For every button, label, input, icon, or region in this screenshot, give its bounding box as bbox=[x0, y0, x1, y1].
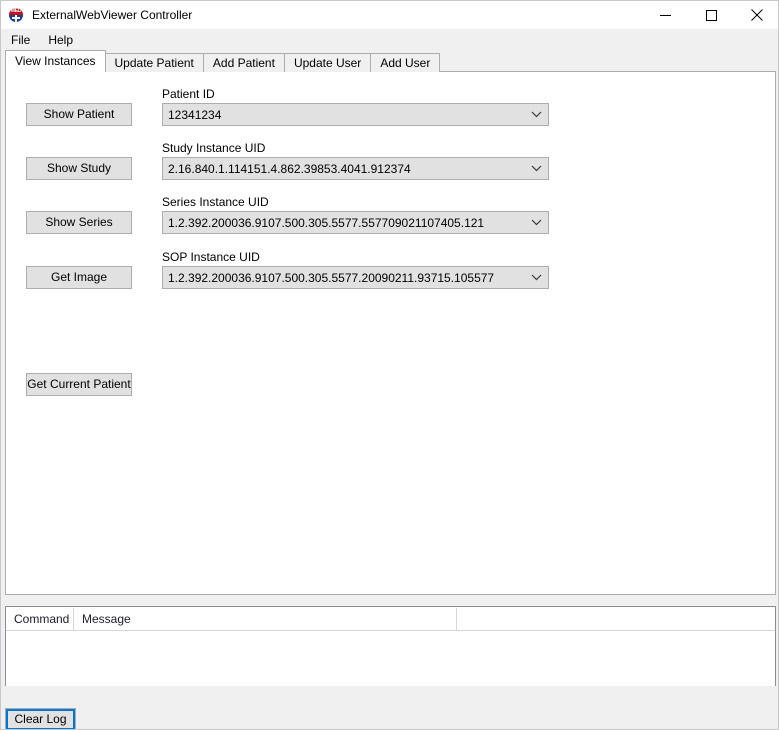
menu-bar: File Help bbox=[1, 29, 778, 50]
show-patient-button[interactable]: Show Patient bbox=[26, 103, 132, 126]
chevron-down-icon[interactable] bbox=[524, 267, 548, 288]
tab-view-instances[interactable]: View Instances bbox=[5, 50, 106, 72]
sop-instance-uid-value: 1.2.392.200036.9107.500.305.5577.2009021… bbox=[168, 270, 495, 285]
tab-add-patient[interactable]: Add Patient bbox=[202, 53, 285, 72]
chevron-down-glyph bbox=[531, 274, 541, 281]
log-grid[interactable]: Command Message bbox=[5, 606, 776, 686]
patient-id-label: Patient ID bbox=[162, 87, 215, 101]
patient-id-value: 12341234 bbox=[168, 107, 222, 122]
chevron-down-icon[interactable] bbox=[524, 212, 548, 233]
log-column-header-extra[interactable] bbox=[457, 608, 775, 630]
chevron-down-icon[interactable] bbox=[524, 104, 548, 125]
window-title: ExternalWebViewer Controller bbox=[32, 8, 193, 22]
series-instance-uid-value: 1.2.392.200036.9107.500.305.5577.5577090… bbox=[168, 215, 485, 230]
med-badge-icon-text: MED bbox=[9, 8, 23, 15]
chevron-down-glyph bbox=[531, 219, 541, 226]
tab-update-patient[interactable]: Update Patient bbox=[104, 53, 204, 72]
tab-add-user[interactable]: Add User bbox=[370, 53, 441, 72]
window-controls bbox=[642, 1, 778, 29]
maximize-icon bbox=[705, 9, 717, 21]
clear-log-button[interactable]: Clear Log bbox=[5, 708, 76, 729]
application-window: MED ExternalWebViewer Controller File He… bbox=[0, 0, 779, 730]
minimize-button[interactable] bbox=[642, 1, 688, 29]
maximize-button[interactable] bbox=[688, 1, 734, 29]
log-column-header-command[interactable]: Command bbox=[6, 607, 74, 630]
get-image-button[interactable]: Get Image bbox=[26, 266, 132, 289]
menu-item-file[interactable]: File bbox=[3, 30, 38, 50]
chevron-down-glyph bbox=[531, 111, 541, 118]
med-badge-icon-cross-horizontal bbox=[12, 17, 20, 19]
chevron-down-icon[interactable] bbox=[524, 158, 548, 179]
patient-id-combobox[interactable]: 12341234 bbox=[162, 103, 549, 126]
sop-instance-uid-label: SOP Instance UID bbox=[162, 250, 260, 264]
minimize-icon bbox=[659, 14, 671, 16]
series-instance-uid-label: Series Instance UID bbox=[162, 195, 269, 209]
close-icon bbox=[751, 9, 763, 21]
get-current-patient-button[interactable]: Get Current Patient bbox=[26, 373, 132, 396]
title-bar: MED ExternalWebViewer Controller bbox=[1, 1, 778, 29]
med-badge-icon: MED bbox=[8, 7, 24, 23]
series-instance-uid-combobox[interactable]: 1.2.392.200036.9107.500.305.5577.5577090… bbox=[162, 211, 549, 234]
study-instance-uid-label: Study Instance UID bbox=[162, 141, 266, 155]
tab-update-user[interactable]: Update User bbox=[283, 53, 372, 72]
log-grid-body bbox=[6, 631, 775, 686]
log-column-header-message[interactable]: Message bbox=[74, 607, 457, 630]
show-series-button[interactable]: Show Series bbox=[26, 211, 132, 234]
sop-instance-uid-combobox[interactable]: 1.2.392.200036.9107.500.305.5577.2009021… bbox=[162, 266, 549, 289]
tab-strip: View Instances Update Patient Add Patien… bbox=[5, 50, 441, 72]
log-grid-header: Command Message bbox=[6, 607, 775, 631]
menu-item-help[interactable]: Help bbox=[40, 30, 81, 50]
close-button[interactable] bbox=[734, 1, 778, 29]
chevron-down-glyph bbox=[531, 165, 541, 172]
show-study-button[interactable]: Show Study bbox=[26, 157, 132, 180]
study-instance-uid-combobox[interactable]: 2.16.840.1.114151.4.862.39853.4041.91237… bbox=[162, 157, 549, 180]
study-instance-uid-value: 2.16.840.1.114151.4.862.39853.4041.91237… bbox=[168, 161, 411, 176]
view-instances-panel: Show Patient Patient ID 12341234 Show St… bbox=[5, 71, 776, 595]
